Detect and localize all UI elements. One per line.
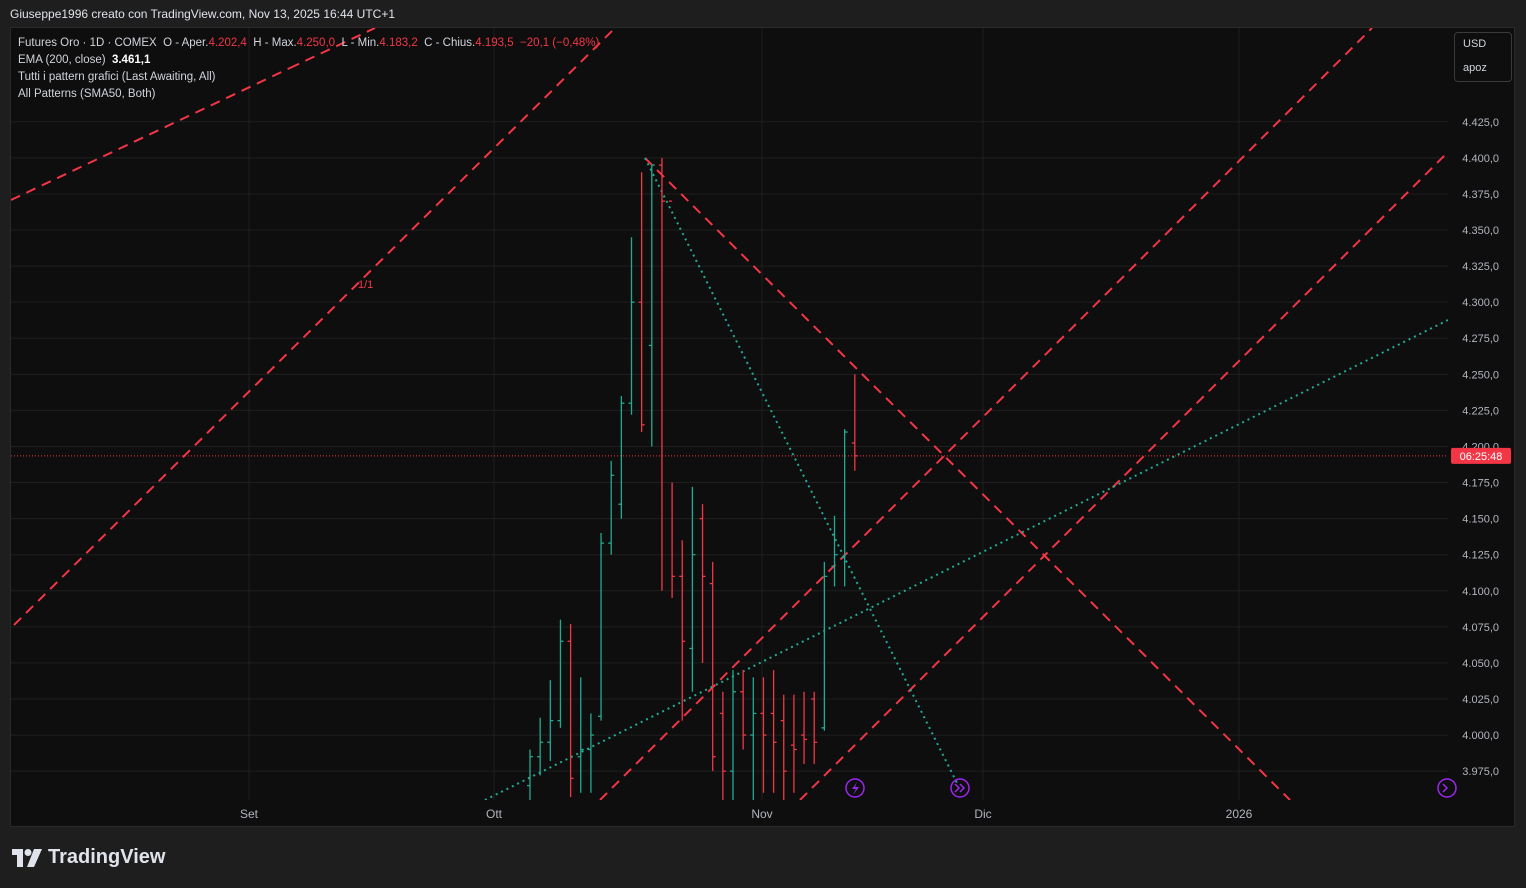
y-tick-label: 4.325,0: [1462, 261, 1499, 273]
x-axis: Set Ott Nov Dic 2026: [240, 807, 1253, 821]
x-tick-label: Ott: [486, 807, 503, 821]
ohlc-bar: [547, 680, 554, 762]
grid-lines: [11, 28, 1448, 800]
currency-selector[interactable]: USD apoz: [1454, 32, 1512, 82]
pattern-line-lower-ascending: [799, 151, 1448, 800]
svg-text:06:25:48: 06:25:48: [1460, 451, 1503, 463]
y-tick-label: 4.350,0: [1462, 225, 1499, 237]
y-axis: 3.975,0 4.000,0 4.025,0 4.050,0 4.075,0 4.100…: [1462, 117, 1499, 778]
ohlc-bar: [537, 717, 544, 776]
y-tick-label: 4.050,0: [1462, 658, 1499, 670]
y-tick-label: 4.425,0: [1462, 117, 1499, 129]
y-tick-label: 4.100,0: [1462, 586, 1499, 598]
legend-symbol[interactable]: Futures Oro · 1D · COMEX: [18, 37, 157, 49]
x-tick-label: 2026: [1226, 807, 1253, 821]
pattern-line-peak-descending: [644, 157, 1291, 800]
event-icon-edge[interactable]: [1437, 778, 1457, 798]
event-icon-lightning[interactable]: [845, 778, 865, 798]
ohlc-bar: [841, 429, 848, 587]
y-tick-label: 4.175,0: [1462, 478, 1499, 490]
event-icon-forward[interactable]: [950, 778, 970, 798]
ohlc-bar: [811, 691, 818, 764]
legend-high-value: 4.250,0: [296, 37, 336, 49]
legend-change: −20,1 (−0,48%): [520, 37, 600, 49]
legend-ohlc-row: Futures Oro · 1D · COMEX O - Aper.4.202,…: [18, 35, 599, 52]
legend-open-value: 4.202,4: [208, 37, 247, 49]
ohlc-bar: [669, 200, 676, 598]
ohlc-bar: [831, 515, 838, 587]
ohlc-bar: [780, 694, 787, 800]
x-tick-label: Set: [240, 807, 259, 821]
ohlc-bar: [699, 504, 706, 663]
y-tick-label: 4.400,0: [1462, 153, 1499, 165]
price-bars: [527, 157, 858, 800]
pattern-label: 1/1: [358, 279, 373, 291]
legend-low-value: 4.183,2: [379, 37, 418, 49]
ohlc-bar: [628, 237, 635, 415]
legend-low-label: L - Min.: [341, 37, 380, 49]
currency-scale: apoz: [1463, 62, 1487, 74]
tradingview-logo[interactable]: TradingView: [12, 846, 165, 869]
y-tick-label: 4.275,0: [1462, 333, 1499, 345]
countdown-tag: 06:25:48: [1451, 447, 1511, 464]
ohlc-bar: [679, 540, 686, 721]
y-tick-label: 4.000,0: [1462, 730, 1499, 742]
pattern-line-left-diagonal: [13, 28, 616, 626]
legend-ema-label: EMA (200, close): [18, 54, 106, 66]
chart-svg[interactable]: 3.975,0 4.000,0 4.025,0 4.050,0 4.075,0 4.100…: [0, 0, 1526, 888]
y-tick-label: 4.075,0: [1462, 622, 1499, 634]
y-tick-label: 4.375,0: [1462, 189, 1499, 201]
ohlc-bar: [821, 561, 828, 731]
y-tick-label: 4.300,0: [1462, 297, 1499, 309]
ohlc-bar: [587, 713, 594, 793]
legend-open-label: O - Aper.: [163, 37, 209, 49]
tradingview-logo-icon: [12, 848, 42, 867]
ohlc-bar: [719, 691, 726, 800]
ohlc-bar: [740, 670, 747, 750]
legend-high-label: H - Max.: [253, 37, 297, 49]
y-tick-label: 4.225,0: [1462, 405, 1499, 417]
ohlc-bar: [527, 749, 533, 800]
ohlc-bar: [709, 561, 716, 772]
legend-ema-value: 3.461,1: [111, 54, 151, 66]
legend-close-value: 4.193,5: [475, 37, 514, 49]
pattern-lines: [11, 28, 1448, 800]
ohlc-bar: [750, 677, 757, 800]
chart-legend: Futures Oro · 1D · COMEX O - Aper.4.202,…: [18, 35, 599, 103]
ohlc-bar: [557, 619, 564, 728]
legend-close-label: C - Chius.: [424, 37, 476, 49]
ohlc-bar: [608, 460, 615, 555]
trend-line-dotted-ascending: [484, 319, 1448, 800]
y-tick-label: 3.975,0: [1462, 766, 1499, 778]
ohlc-bar: [770, 670, 777, 793]
ohlc-bar: [618, 395, 625, 519]
y-tick-label: 4.125,0: [1462, 550, 1499, 562]
ohlc-bar: [801, 691, 808, 764]
legend-pattern2[interactable]: All Patterns (SMA50, Both): [18, 86, 599, 103]
ohlc-bar: [689, 486, 696, 692]
ohlc-bar: [790, 694, 797, 793]
y-tick-label: 4.025,0: [1462, 694, 1499, 706]
legend-ema-row[interactable]: EMA (200, close) 3.461,1: [18, 52, 599, 69]
tradingview-logo-text: TradingView: [48, 846, 166, 868]
legend-pattern1[interactable]: Tutti i pattern grafici (Last Awaiting, …: [18, 69, 599, 86]
x-tick-label: Nov: [751, 807, 772, 821]
y-tick-label: 4.250,0: [1462, 369, 1499, 381]
x-tick-label: Dic: [974, 807, 991, 821]
currency-unit: USD: [1463, 38, 1487, 50]
ohlc-bar: [648, 164, 655, 447]
y-tick-label: 4.150,0: [1462, 514, 1499, 526]
